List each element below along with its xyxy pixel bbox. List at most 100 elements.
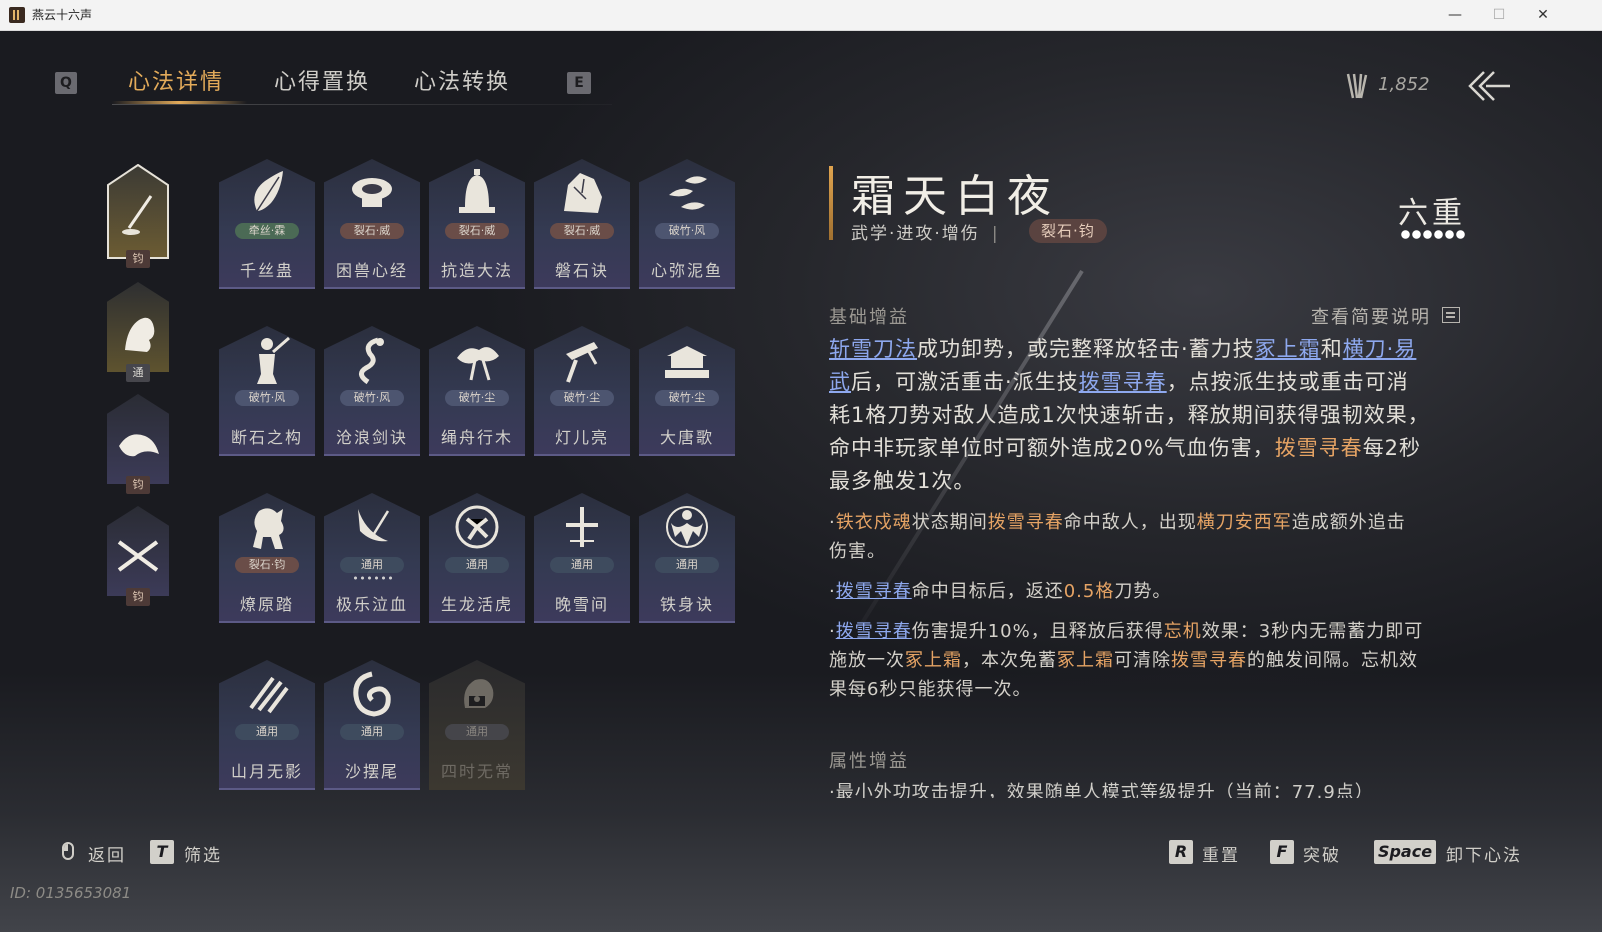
level-dots: [352, 576, 392, 580]
xinfa-card[interactable]: 裂石·威 磐石诀: [534, 159, 630, 289]
currency-amount: 1,852: [1378, 74, 1430, 95]
xinfa-card[interactable]: 裂石·威 抗造大法: [429, 159, 525, 289]
xinfa-name: 心弥泥鱼: [650, 261, 723, 280]
back-action[interactable]: 返回: [88, 841, 126, 866]
side-slot-1[interactable]: 钧: [107, 164, 169, 268]
side-slot-4[interactable]: 钧: [107, 506, 169, 606]
xinfa-tag: 通用: [445, 724, 509, 740]
attr-line-cut: ·最小外功攻击提升，效果随单人模式等级提升（当前：77.9点）: [829, 782, 1374, 798]
game-window: 燕云十六声 — ☐ ✕ Q 心法详情 心得置换 心法转换 E 1,852 钧 通…: [0, 0, 1602, 932]
app-logo-icon: [9, 7, 25, 23]
xinfa-card[interactable]: 破竹·风 心弥泥鱼: [639, 159, 735, 289]
xinfa-name: 绳舟行木: [440, 428, 513, 447]
claw-icon: [249, 676, 289, 714]
skill-link[interactable]: 冢上霜: [1255, 337, 1321, 361]
skill-link[interactable]: 武: [829, 370, 851, 394]
xinfa-tag: 裂石·钧: [235, 557, 299, 573]
filter-key[interactable]: T: [150, 840, 174, 864]
xinfa-card[interactable]: 破竹·尘 绳舟行木: [429, 326, 525, 456]
xinfa-tag: 通用: [445, 557, 509, 573]
reset-action[interactable]: 重置: [1202, 841, 1240, 866]
unequip-action[interactable]: 卸下心法: [1446, 841, 1522, 866]
xinfa-card[interactable]: 破竹·尘 灯儿亮: [534, 326, 630, 456]
prev-tab-key[interactable]: Q: [55, 72, 77, 94]
side-slot-badge: 钧: [126, 476, 150, 494]
xinfa-card[interactable]: 破竹·风 沧浪剑诀: [324, 326, 420, 456]
side-slot-2[interactable]: 通: [107, 282, 169, 382]
xinfa-card[interactable]: 通用 生龙活虎: [429, 493, 525, 623]
lamp-icon: [566, 342, 598, 383]
skill-link[interactable]: 横刀·易: [1343, 337, 1417, 361]
xinfa-card[interactable]: 通用 晚雪间: [534, 493, 630, 623]
xinfa-name: 抗造大法: [440, 261, 513, 280]
xinfa-tag: 破竹·尘: [655, 390, 719, 406]
bird-icon: [119, 434, 159, 457]
skill-title: 霜天白夜: [851, 171, 1059, 222]
xinfa-tag: 牵丝·霖: [235, 223, 299, 239]
double-arrow-back-icon[interactable]: [1466, 68, 1512, 104]
section-basic-label: 基础增益: [829, 307, 909, 328]
xinfa-name: 生龙活虎: [440, 595, 513, 614]
warrior-icon: [257, 336, 290, 384]
tab-xinde-swap[interactable]: 心得置换: [274, 64, 370, 96]
side-slot-3[interactable]: 钧: [107, 394, 169, 494]
xinfa-card[interactable]: 破竹·风 断石之构: [219, 326, 315, 456]
break-action[interactable]: 突破: [1303, 841, 1341, 866]
xinfa-name: 大唐歌: [659, 428, 714, 447]
tab-xinfa-detail[interactable]: 心法详情: [128, 64, 224, 96]
xinfa-tag: 裂石·威: [445, 223, 509, 239]
cross-icon: [566, 507, 598, 547]
fish-icon: [669, 176, 707, 210]
unequip-key[interactable]: Space: [1374, 840, 1436, 864]
skill-link[interactable]: 拨雪寻春: [836, 581, 912, 602]
xinfa-name: 燎原踏: [239, 595, 294, 614]
xinfa-tag: 破竹·尘: [550, 390, 614, 406]
palace-icon: [665, 346, 709, 378]
side-slot-badge: 钧: [126, 250, 150, 268]
dragon-icon: [359, 337, 384, 385]
xinfa-card[interactable]: 通用 四时无常: [429, 660, 525, 790]
skill-tier: 六重: [1398, 196, 1466, 231]
break-key[interactable]: F: [1270, 840, 1294, 864]
skill-link[interactable]: 斩雪刀法: [829, 337, 917, 361]
xinfa-name: 千丝蛊: [239, 261, 294, 280]
xinfa-name: 沧浪剑诀: [335, 428, 408, 447]
xinfa-tag: 通用: [340, 557, 404, 573]
xinfa-card[interactable]: 裂石·威 困兽心经: [324, 159, 420, 289]
xinfa-card[interactable]: 通用 沙摆尾: [324, 660, 420, 790]
basic-desc: 斩雪刀法成功卸势，或完整释放轻击·蓄力技冢上霜和横刀·易 武后，可激活重击·派生…: [829, 337, 1430, 493]
xinfa-card[interactable]: 裂石·钧 燎原踏: [219, 493, 315, 623]
xinfa-card[interactable]: 破竹·尘 大唐歌: [639, 326, 735, 456]
help-link[interactable]: 查看简要说明: [1311, 303, 1431, 329]
next-tab-key[interactable]: E: [567, 72, 591, 94]
leaf-icon: [254, 171, 283, 212]
bonus-line-2: ·拨雪寻春命中目标后，返还0.5格刀势。: [829, 581, 1172, 602]
close-button[interactable]: ✕: [1528, 4, 1558, 26]
xinfa-card[interactable]: 通用 山月无影: [219, 660, 315, 790]
tier-dots: [1400, 230, 1466, 239]
xinfa-name: 铁身诀: [659, 595, 714, 614]
xinfa-card[interactable]: 牵丝·霖 千丝蛊: [219, 159, 315, 289]
filter-action[interactable]: 筛选: [184, 841, 222, 866]
maximize-button[interactable]: ☐: [1484, 4, 1514, 26]
xinfa-card[interactable]: 通用 铁身诀: [639, 493, 735, 623]
window-title: 燕云十六声: [32, 8, 93, 22]
xinfa-name: 沙摆尾: [344, 762, 399, 781]
reset-key[interactable]: R: [1169, 840, 1193, 864]
xinfa-name: 四时无常: [440, 762, 513, 781]
skill-link[interactable]: 拨雪寻春: [1079, 370, 1167, 394]
xinfa-name: 困兽心经: [335, 261, 408, 280]
xinfa-tag: 通用: [235, 724, 299, 740]
tab-xinfa-convert[interactable]: 心法转换: [414, 64, 510, 96]
bonus-line-3: ·拨雪寻春伤害提升10%，且释放后获得忘机效果：3秒内无需蓄力即可 施放一次冢上…: [829, 621, 1424, 700]
xinfa-card[interactable]: 通用 极乐泣血: [324, 493, 420, 623]
collar-icon: [352, 178, 392, 207]
skill-link[interactable]: 拨雪寻春: [836, 621, 912, 642]
xinfa-name: 山月无影: [230, 762, 303, 781]
skill-types: 武学·进攻·增伤 |: [851, 224, 1000, 244]
minimize-button[interactable]: —: [1440, 4, 1470, 26]
ghost-icon: [464, 679, 494, 708]
xinfa-tag: 破竹·风: [235, 390, 299, 406]
xinfa-tag: 破竹·风: [340, 390, 404, 406]
list-icon[interactable]: [1442, 307, 1460, 323]
